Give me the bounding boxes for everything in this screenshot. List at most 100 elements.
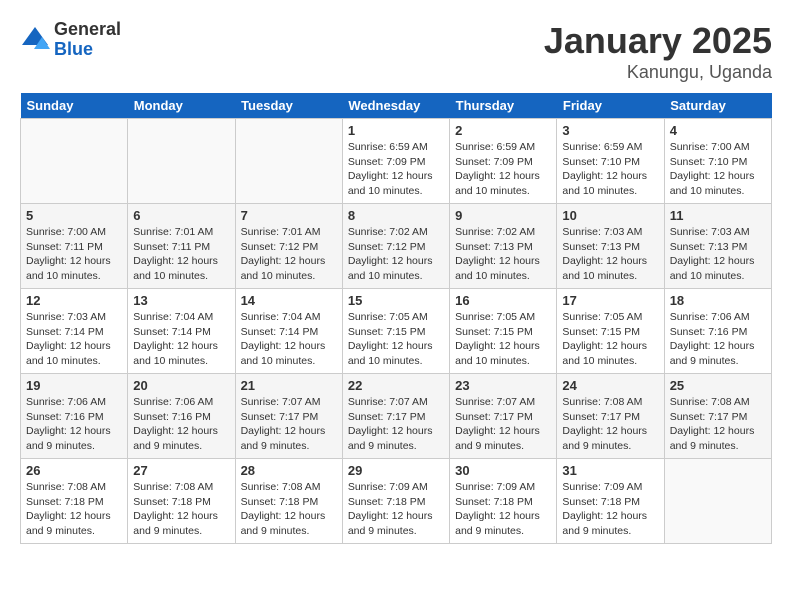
day-info: Sunrise: 7:01 AMSunset: 7:11 PMDaylight:… (133, 225, 229, 284)
day-number: 13 (133, 293, 229, 308)
day-number: 18 (670, 293, 766, 308)
day-number: 10 (562, 208, 658, 223)
day-number: 31 (562, 463, 658, 478)
calendar-week-row: 26 Sunrise: 7:08 AMSunset: 7:18 PMDayligh… (21, 459, 772, 544)
calendar-cell: 7Sunrise: 7:01 AMSunset: 7:12 PMDaylight… (235, 204, 342, 289)
weekday-header-thursday: Thursday (450, 93, 557, 119)
day-number: 9 (455, 208, 551, 223)
weekday-header-sunday: Sunday (21, 93, 128, 119)
calendar-cell: 19Sunrise: 7:06 AMSunset: 7:16 PMDayligh… (21, 374, 128, 459)
day-number: 22 (348, 378, 444, 393)
day-info: Sunrise: 7:03 AMSunset: 7:13 PMDaylight:… (562, 225, 658, 284)
calendar-cell: 11Sunrise: 7:03 AMSunset: 7:13 PMDayligh… (664, 204, 771, 289)
day-number: 20 (133, 378, 229, 393)
day-info: Sunrise: 7:02 AMSunset: 7:12 PMDaylight:… (348, 225, 444, 284)
day-info: Sunrise: 7:05 AMSunset: 7:15 PMDaylight:… (562, 310, 658, 369)
day-number: 17 (562, 293, 658, 308)
calendar-cell: 24 Sunrise: 7:08 AMSunset: 7:17 PMDayligh… (557, 374, 664, 459)
weekday-header-tuesday: Tuesday (235, 93, 342, 119)
day-number: 1 (348, 123, 444, 138)
day-info: Sunrise: 7:00 AMSunset: 7:11 PMDaylight:… (26, 225, 122, 284)
day-info: Sunrise: 7:07 AMSunset: 7:17 PMDaylight:… (348, 395, 444, 454)
day-info: Sunrise: 7:07 AMSunset: 7:17 PMDaylight:… (455, 395, 551, 454)
day-info: Sunrise: 7:08 AMSunset: 7:17 PMDaylight:… (670, 395, 766, 454)
day-info: Sunrise: 7:06 AMSunset: 7:16 PMDaylight:… (26, 395, 122, 454)
calendar-cell: 2Sunrise: 6:59 AMSunset: 7:09 PMDaylight… (450, 119, 557, 204)
day-number: 23 (455, 378, 551, 393)
day-info: Sunrise: 7:07 AMSunset: 7:17 PMDaylight:… (241, 395, 337, 454)
day-number: 5 (26, 208, 122, 223)
day-info: Sunrise: 7:06 AMSunset: 7:16 PMDaylight:… (133, 395, 229, 454)
day-number: 28 (241, 463, 337, 478)
calendar-week-row: 5 Sunrise: 7:00 AMSunset: 7:11 PMDaylight… (21, 204, 772, 289)
day-info: Sunrise: 6:59 AMSunset: 7:10 PMDaylight:… (562, 140, 658, 199)
day-info: Sunrise: 7:01 AMSunset: 7:12 PMDaylight:… (241, 225, 337, 284)
calendar-week-row: 19Sunrise: 7:06 AMSunset: 7:16 PMDayligh… (21, 374, 772, 459)
calendar-cell: 22 Sunrise: 7:07 AMSunset: 7:17 PMDayligh… (342, 374, 449, 459)
day-info: Sunrise: 7:08 AMSunset: 7:17 PMDaylight:… (562, 395, 658, 454)
weekday-header-saturday: Saturday (664, 93, 771, 119)
location-title: Kanungu, Uganda (544, 62, 772, 83)
calendar-cell: 26 Sunrise: 7:08 AMSunset: 7:18 PMDayligh… (21, 459, 128, 544)
day-number: 26 (26, 463, 122, 478)
calendar-table: SundayMondayTuesdayWednesdayThursdayFrid… (20, 93, 772, 544)
page-header: General Blue January 2025 Kanungu, Ugand… (20, 20, 772, 83)
day-info: Sunrise: 7:05 AMSunset: 7:15 PMDaylight:… (348, 310, 444, 369)
calendar-cell: 29 Sunrise: 7:09 AMSunset: 7:18 PMDayligh… (342, 459, 449, 544)
day-info: Sunrise: 7:02 AMSunset: 7:13 PMDaylight:… (455, 225, 551, 284)
calendar-cell: 3 Sunrise: 6:59 AMSunset: 7:10 PMDaylight… (557, 119, 664, 204)
calendar-cell (21, 119, 128, 204)
day-info: Sunrise: 7:04 AMSunset: 7:14 PMDaylight:… (133, 310, 229, 369)
title-block: January 2025 Kanungu, Uganda (544, 20, 772, 83)
day-info: Sunrise: 7:09 AMSunset: 7:18 PMDaylight:… (455, 480, 551, 539)
day-number: 24 (562, 378, 658, 393)
day-number: 6 (133, 208, 229, 223)
calendar-cell: 6 Sunrise: 7:01 AMSunset: 7:11 PMDaylight… (128, 204, 235, 289)
calendar-cell (128, 119, 235, 204)
calendar-cell: 13 Sunrise: 7:04 AMSunset: 7:14 PMDayligh… (128, 289, 235, 374)
day-info: Sunrise: 7:08 AMSunset: 7:18 PMDaylight:… (26, 480, 122, 539)
day-info: Sunrise: 7:00 AMSunset: 7:10 PMDaylight:… (670, 140, 766, 199)
day-info: Sunrise: 7:03 AMSunset: 7:13 PMDaylight:… (670, 225, 766, 284)
day-info: Sunrise: 7:03 AMSunset: 7:14 PMDaylight:… (26, 310, 122, 369)
calendar-cell: 20 Sunrise: 7:06 AMSunset: 7:16 PMDayligh… (128, 374, 235, 459)
calendar-cell: 31 Sunrise: 7:09 AMSunset: 7:18 PMDayligh… (557, 459, 664, 544)
day-number: 16 (455, 293, 551, 308)
calendar-cell: 8 Sunrise: 7:02 AMSunset: 7:12 PMDaylight… (342, 204, 449, 289)
day-number: 3 (562, 123, 658, 138)
weekday-header-friday: Friday (557, 93, 664, 119)
day-number: 8 (348, 208, 444, 223)
day-info: Sunrise: 7:05 AMSunset: 7:15 PMDaylight:… (455, 310, 551, 369)
calendar-cell: 18Sunrise: 7:06 AMSunset: 7:16 PMDayligh… (664, 289, 771, 374)
day-number: 25 (670, 378, 766, 393)
day-number: 27 (133, 463, 229, 478)
calendar-cell: 5 Sunrise: 7:00 AMSunset: 7:11 PMDaylight… (21, 204, 128, 289)
calendar-week-row: 12 Sunrise: 7:03 AMSunset: 7:14 PMDayligh… (21, 289, 772, 374)
day-number: 30 (455, 463, 551, 478)
calendar-cell: 10 Sunrise: 7:03 AMSunset: 7:13 PMDayligh… (557, 204, 664, 289)
calendar-cell: 4Sunrise: 7:00 AMSunset: 7:10 PMDaylight… (664, 119, 771, 204)
calendar-cell: 9 Sunrise: 7:02 AMSunset: 7:13 PMDaylight… (450, 204, 557, 289)
weekday-header-wednesday: Wednesday (342, 93, 449, 119)
calendar-cell: 1 Sunrise: 6:59 AMSunset: 7:09 PMDaylight… (342, 119, 449, 204)
calendar-cell: 15 Sunrise: 7:05 AMSunset: 7:15 PMDayligh… (342, 289, 449, 374)
logo-blue: Blue (54, 39, 93, 59)
calendar-cell: 23 Sunrise: 7:07 AMSunset: 7:17 PMDayligh… (450, 374, 557, 459)
month-title: January 2025 (544, 20, 772, 62)
day-number: 29 (348, 463, 444, 478)
calendar-cell (664, 459, 771, 544)
logo-text: General Blue (54, 20, 121, 60)
day-number: 15 (348, 293, 444, 308)
day-info: Sunrise: 7:04 AMSunset: 7:14 PMDaylight:… (241, 310, 337, 369)
day-number: 2 (455, 123, 551, 138)
day-info: Sunrise: 6:59 AMSunset: 7:09 PMDaylight:… (348, 140, 444, 199)
weekday-header-monday: Monday (128, 93, 235, 119)
calendar-cell: 28Sunrise: 7:08 AMSunset: 7:18 PMDayligh… (235, 459, 342, 544)
calendar-cell: 30 Sunrise: 7:09 AMSunset: 7:18 PMDayligh… (450, 459, 557, 544)
day-info: Sunrise: 7:09 AMSunset: 7:18 PMDaylight:… (348, 480, 444, 539)
day-info: Sunrise: 7:09 AMSunset: 7:18 PMDaylight:… (562, 480, 658, 539)
day-info: Sunrise: 7:08 AMSunset: 7:18 PMDaylight:… (133, 480, 229, 539)
day-number: 12 (26, 293, 122, 308)
weekday-header-row: SundayMondayTuesdayWednesdayThursdayFrid… (21, 93, 772, 119)
calendar-cell: 27 Sunrise: 7:08 AMSunset: 7:18 PMDayligh… (128, 459, 235, 544)
